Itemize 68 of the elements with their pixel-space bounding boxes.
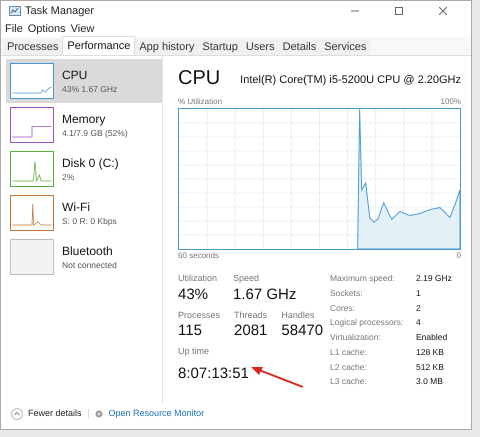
spec-label: Sockets:	[330, 286, 364, 300]
graph-min-label: 0	[456, 250, 461, 262]
spec-value: 128 KB	[416, 346, 444, 358]
tab[interactable]: App history	[135, 39, 198, 55]
spec-value: 2	[416, 302, 421, 314]
maximize-icon	[395, 7, 403, 15]
tab[interactable]: Services	[320, 39, 370, 55]
tab[interactable]: Processes	[3, 39, 62, 55]
sidebar-item[interactable]: Wi-Fi S: 0 R: 0 Kbps	[6, 191, 162, 235]
spec-label: L3 cache:	[330, 375, 368, 388]
open-resource-monitor-link[interactable]: Open Resource Monitor	[108, 407, 204, 421]
spec-label: Cores:	[330, 302, 356, 314]
spec-value: 512 KB	[416, 360, 444, 374]
stat-label: Speed	[233, 272, 260, 285]
spec-label: L2 cache:	[330, 360, 368, 374]
arrow-annotation	[248, 366, 305, 388]
device-name: Bluetooth	[62, 244, 114, 258]
stat-label: Up time	[178, 345, 210, 358]
device-detail: 43% 1.67 GHz	[62, 82, 118, 94]
graph-label: % Utilization	[178, 96, 222, 108]
tab[interactable]: Users	[242, 39, 279, 55]
sidebar-item[interactable]: Bluetooth Not connected	[6, 235, 162, 279]
spec-value: Enabled	[416, 331, 448, 344]
menu-item[interactable]: File	[5, 20, 23, 38]
stat-label: Threads	[234, 308, 268, 322]
stat-value: 2081	[234, 322, 268, 340]
device-detail: S: 0 R: 0 Kbps	[62, 214, 117, 226]
device-name: Wi-Fi	[62, 200, 91, 214]
stat-value: 8:07:13:51	[178, 364, 249, 382]
graph-time-label: 60 seconds	[178, 250, 219, 262]
app-icon	[9, 6, 21, 16]
stat-label: Utilization	[178, 272, 218, 285]
stat-value: 43%	[178, 286, 210, 304]
spec-value: 2.19 GHz	[416, 272, 452, 285]
stat-value: 1.67 GHz	[233, 286, 296, 304]
monitor-icon	[94, 410, 103, 418]
close-icon	[439, 7, 447, 15]
stat-label: Processes	[178, 308, 220, 322]
spec-value: 1	[416, 286, 421, 300]
spec-label: L1 cache:	[330, 346, 368, 358]
device-name: Disk 0 (C:)	[62, 156, 119, 170]
device-name: CPU	[62, 68, 88, 82]
spec-label: Maximum speed:	[330, 272, 396, 285]
device-detail: 4.1/7.9 GB (52%)	[62, 126, 128, 138]
sidebar-item[interactable]: Memory 4.1/7.9 GB (52%)	[6, 103, 162, 147]
sidebar-item[interactable]: Disk 0 (C:) 2%	[6, 147, 162, 191]
spec-label: Logical processors:	[330, 316, 404, 329]
spec-label: Virtualization:	[330, 331, 382, 344]
device-detail: 2%	[62, 170, 76, 182]
fewer-details-button[interactable]: Fewer details	[11, 407, 82, 421]
menu-item[interactable]: Options	[28, 20, 66, 38]
tab[interactable]: Performance	[62, 36, 136, 55]
chevron-up-icon	[11, 408, 23, 420]
device-name: Memory	[62, 112, 106, 126]
stat-value: 58470	[281, 322, 324, 340]
menu-item[interactable]: View	[70, 20, 94, 38]
window-title: Task Manager	[25, 4, 94, 19]
sidebar-item[interactable]: CPU 43% 1.67 GHz	[6, 59, 162, 103]
spec-value: 3.0 MB	[416, 375, 443, 388]
processor-model: Intel(R) Core(TM) i5-5200U CPU @ 2.20GHz	[240, 72, 461, 88]
tab[interactable]: Details	[278, 39, 320, 55]
tab[interactable]: Startup	[198, 39, 242, 55]
stat-value: 115	[178, 322, 203, 340]
device-detail: Not connected	[62, 258, 117, 270]
stat-label: Handles	[281, 308, 316, 322]
section-title: CPU	[178, 66, 220, 90]
spec-value: 4	[416, 316, 421, 329]
graph-max-label: 100%	[440, 96, 461, 108]
